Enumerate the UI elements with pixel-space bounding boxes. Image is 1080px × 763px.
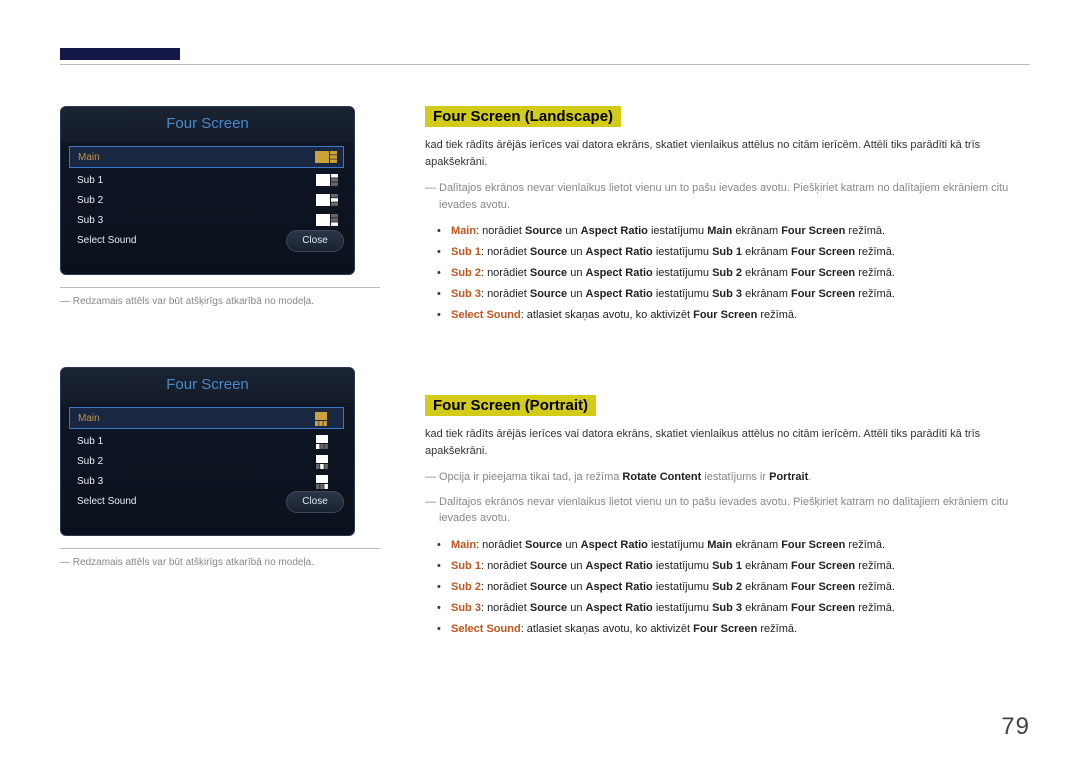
- osd-title: Four Screen: [61, 368, 354, 403]
- osd-row-sub1[interactable]: Sub 1: [69, 431, 344, 451]
- bullet-item: Select Sound: atlasiet skaņas avotu, ko …: [451, 305, 1030, 326]
- osd-row-label: Main: [74, 413, 315, 424]
- page-number: 79: [1001, 713, 1030, 741]
- osd-row-main[interactable]: Main: [69, 407, 344, 429]
- layout-sub1-portrait-icon: [316, 435, 338, 447]
- osd-row-sub1[interactable]: Sub 1: [69, 170, 344, 190]
- osd-row-sub3[interactable]: Sub 3: [69, 210, 344, 230]
- osd-row-label: Sub 3: [73, 476, 316, 487]
- note-text: Dalītajos ekrānos nevar vienlaikus lieto…: [425, 494, 1030, 527]
- bullet-item: Sub 3: norādiet Source un Aspect Ratio i…: [451, 598, 1030, 619]
- layout-sub2-landscape-icon: [316, 194, 338, 206]
- bullet-item: Main: norādiet Source un Aspect Ratio ie…: [451, 535, 1030, 556]
- lead-text: kad tiek rādīts ārējās ierīces vai dator…: [425, 426, 1030, 459]
- bullet-item: Sub 1: norādiet Source un Aspect Ratio i…: [451, 556, 1030, 577]
- heading-portrait: Four Screen (Portrait): [425, 395, 596, 416]
- bullet-item: Sub 1: norādiet Source un Aspect Ratio i…: [451, 242, 1030, 263]
- osd-row-label: Sub 2: [73, 456, 316, 467]
- bullet-item: Sub 2: norādiet Source un Aspect Ratio i…: [451, 263, 1030, 284]
- osd-row-label: Sub 3: [73, 215, 316, 226]
- osd-panel-landscape: Four Screen Main Sub 1: [60, 106, 355, 275]
- bullet-item: Sub 2: norādiet Source un Aspect Ratio i…: [451, 577, 1030, 598]
- osd-row-sub3[interactable]: Sub 3: [69, 471, 344, 491]
- layout-main-landscape-icon: [315, 151, 337, 163]
- bullet-list-landscape: Main: norādiet Source un Aspect Ratio ie…: [425, 221, 1030, 325]
- osd-row-sub2[interactable]: Sub 2: [69, 190, 344, 210]
- bullet-item: Main: norādiet Source un Aspect Ratio ie…: [451, 221, 1030, 242]
- osd-title: Four Screen: [61, 107, 354, 142]
- header-rule: [60, 64, 1030, 65]
- note-rotate: Opcija ir pieejama tikai tad, ja režīma …: [425, 469, 1030, 486]
- osd-row-label: Main: [74, 152, 315, 163]
- image-caption: Redzamais attēls var būt atšķirīgs atkar…: [60, 287, 380, 307]
- bullet-list-portrait: Main: norādiet Source un Aspect Ratio ie…: [425, 535, 1030, 639]
- layout-main-portrait-icon: [315, 412, 337, 424]
- osd-row-label: Sub 2: [73, 195, 316, 206]
- close-button[interactable]: Close: [286, 230, 344, 252]
- image-caption: Redzamais attēls var būt atšķirīgs atkar…: [60, 548, 380, 568]
- osd-row-label: Select Sound: [73, 496, 316, 507]
- bullet-item: Select Sound: atlasiet skaņas avotu, ko …: [451, 619, 1030, 640]
- close-button[interactable]: Close: [286, 491, 344, 513]
- osd-row-label: Sub 1: [73, 175, 316, 186]
- osd-row-main[interactable]: Main: [69, 146, 344, 168]
- layout-sub1-landscape-icon: [316, 174, 338, 186]
- osd-row-sub2[interactable]: Sub 2: [69, 451, 344, 471]
- lead-text: kad tiek rādīts ārējās ierīces vai dator…: [425, 137, 1030, 170]
- osd-row-label: Select Sound: [73, 235, 316, 246]
- header-accent-bar: [60, 48, 180, 60]
- layout-sub3-landscape-icon: [316, 214, 338, 226]
- osd-row-label: Sub 1: [73, 436, 316, 447]
- osd-panel-portrait: Four Screen Main Sub 1: [60, 367, 355, 536]
- heading-landscape: Four Screen (Landscape): [425, 106, 621, 127]
- layout-sub2-portrait-icon: [316, 455, 338, 467]
- bullet-item: Sub 3: norādiet Source un Aspect Ratio i…: [451, 284, 1030, 305]
- layout-sub3-portrait-icon: [316, 475, 338, 487]
- note-text: Dalītajos ekrānos nevar vienlaikus lieto…: [425, 180, 1030, 213]
